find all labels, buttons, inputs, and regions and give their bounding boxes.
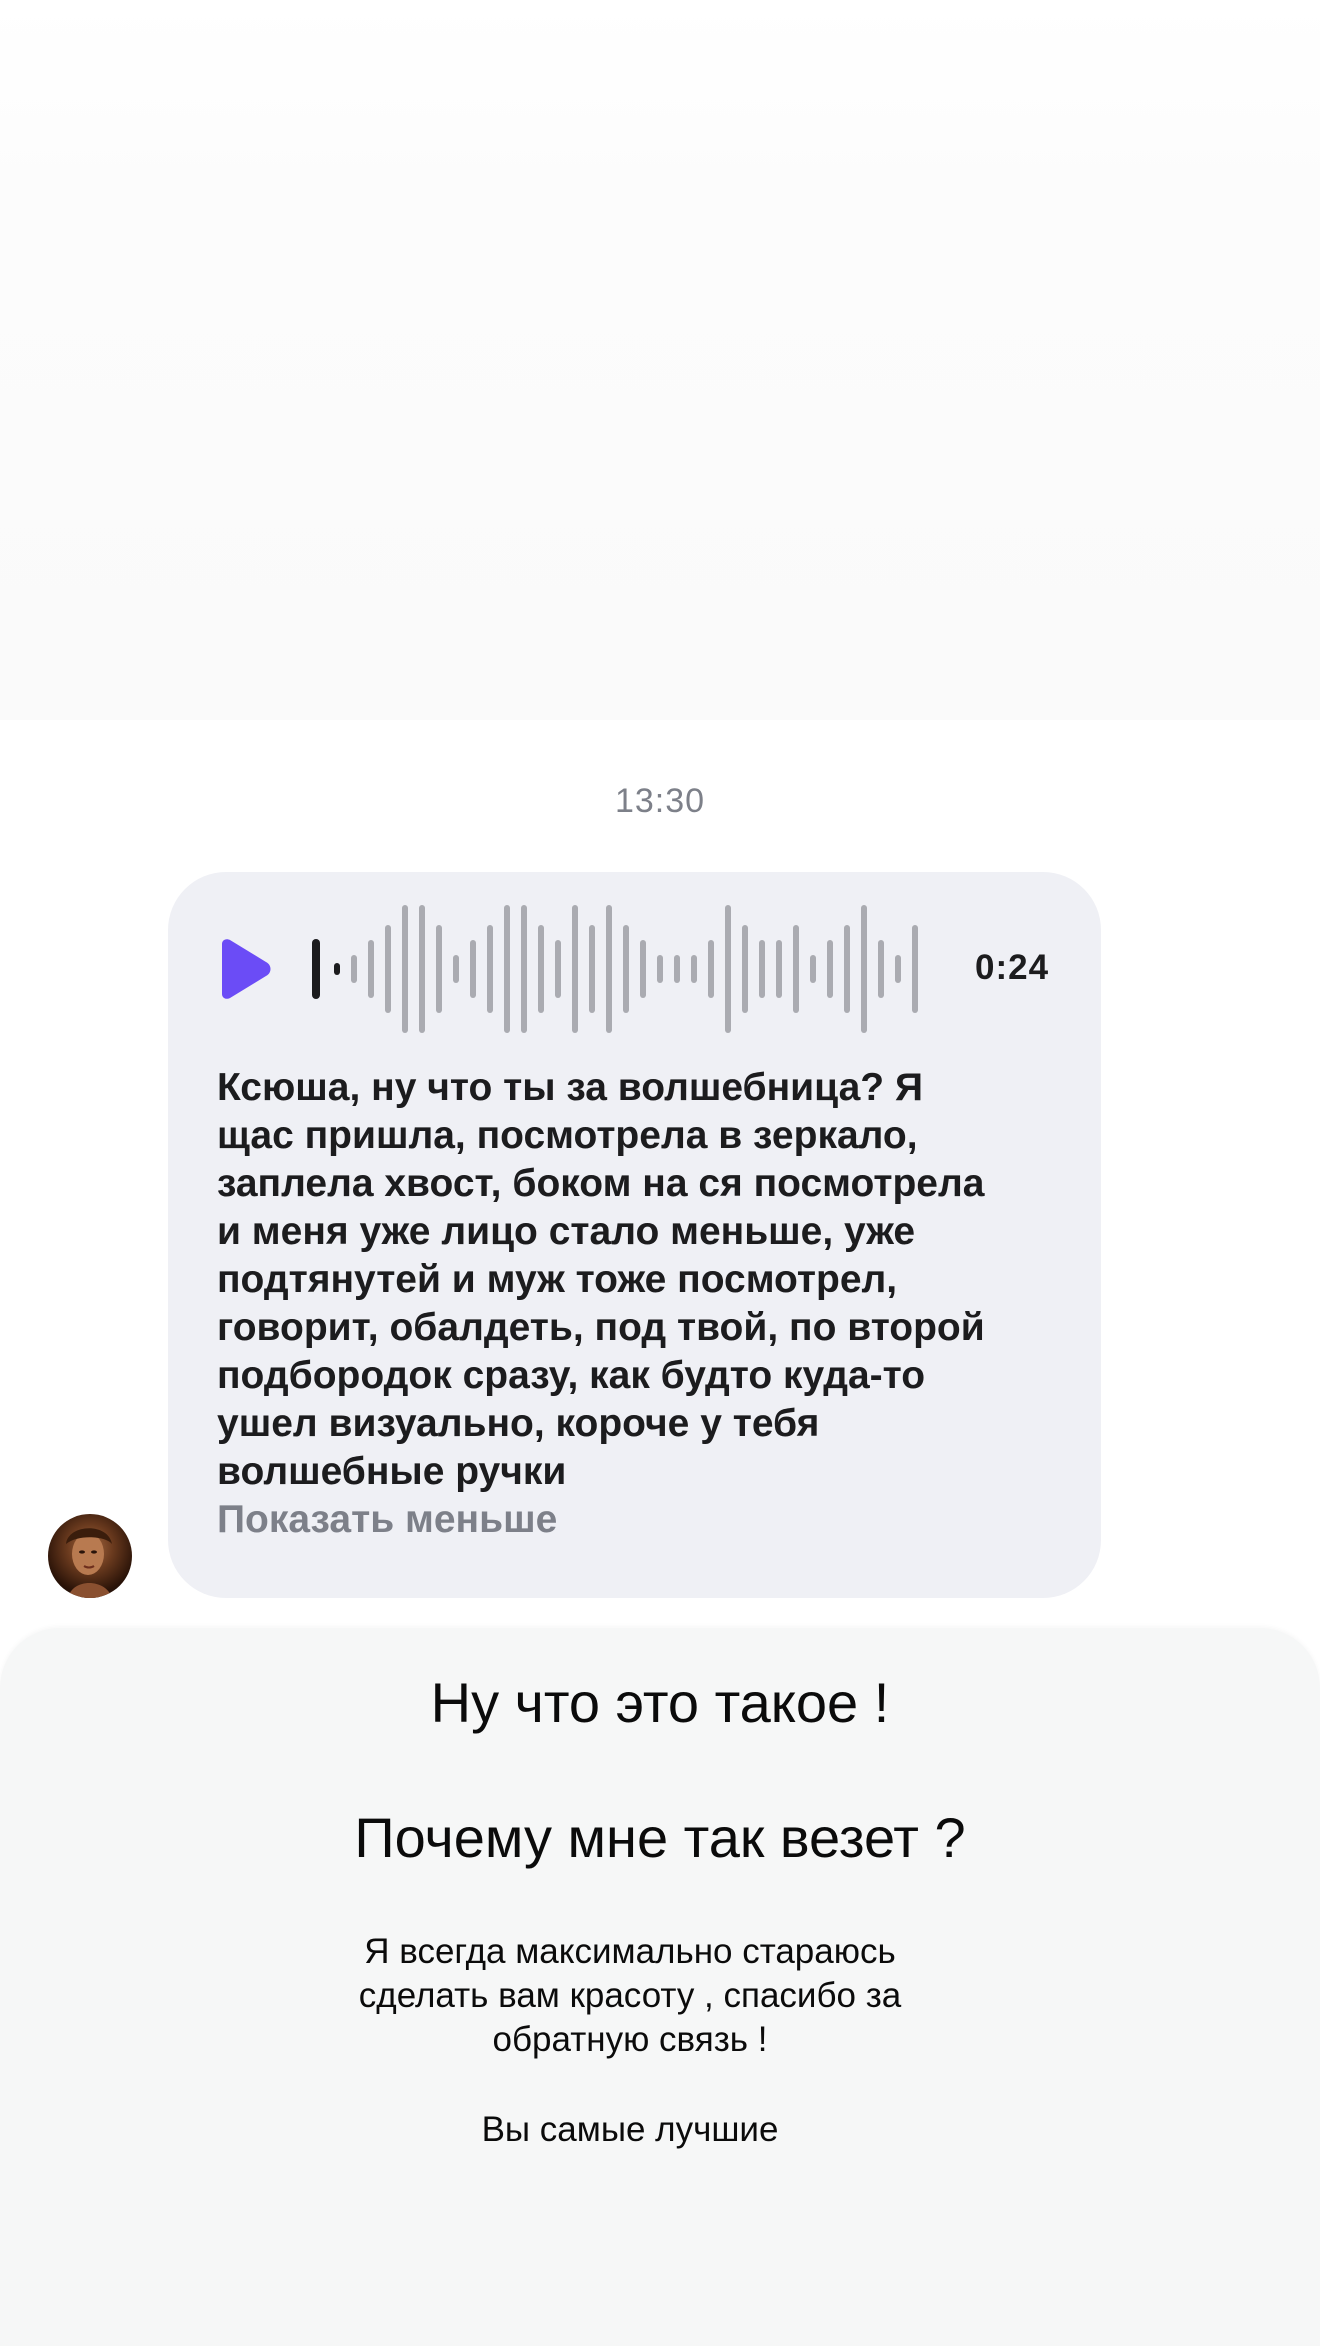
caption-closing-text: Вы самые лучшие [481, 2110, 779, 2149]
audio-duration: 0:24 [975, 948, 1050, 987]
voice-transcript-text: Ксюша, ну что ты за волшебница? Я щас пр… [217, 1066, 985, 1493]
top-blank-area [0, 0, 1320, 720]
caption-title: Ну что это такое ! [430, 1671, 890, 1734]
sender-avatar[interactable] [48, 1514, 132, 1598]
audio-waveform[interactable] [310, 904, 940, 1034]
caption-subtitle: Почему мне так везет ? [354, 1806, 966, 1869]
message-timestamp: 13:30 [614, 782, 706, 820]
caption-body-text: Я всегда максимально стараюсь сделать ва… [358, 1932, 902, 2059]
play-icon[interactable] [212, 938, 272, 1000]
show-less-link[interactable]: Показать меньше [217, 1496, 557, 1544]
